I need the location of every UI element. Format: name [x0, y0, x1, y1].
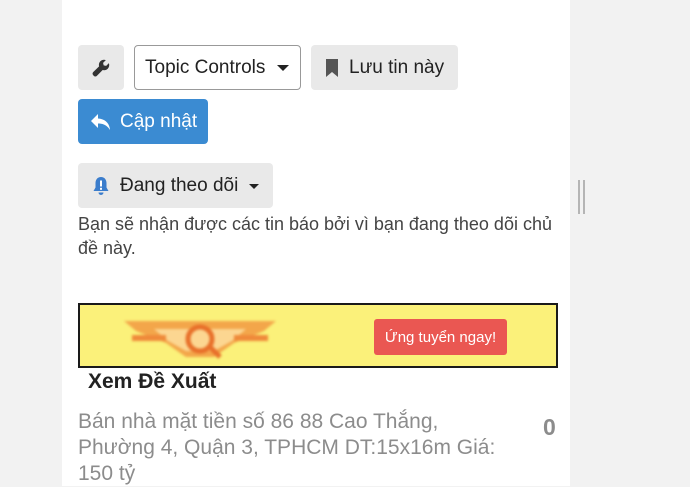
- notification-description: Bạn sẽ nhận được các tin báo bởi vì bạn …: [78, 214, 552, 258]
- notification-level-label: Đang theo dõi: [120, 174, 239, 196]
- topic-controls-label: Topic Controls: [145, 56, 266, 78]
- wrench-icon: [92, 59, 110, 76]
- suggested-topic-link[interactable]: Bán nhà mặt tiền số 86 88 Cao Thắng, Phư…: [78, 409, 518, 487]
- topic-reply-count: 0: [543, 414, 556, 440]
- bookmark-button[interactable]: Lưu tin này: [311, 45, 458, 90]
- admin-wrench-button[interactable]: [78, 45, 124, 90]
- caret-down-icon: [249, 183, 260, 189]
- topic-controls-dropdown[interactable]: Topic Controls: [134, 45, 301, 90]
- reply-label: Cập nhật: [120, 110, 198, 132]
- advertisement-banner[interactable]: Ứng tuyển ngay!: [78, 303, 558, 368]
- bookmark-label: Lưu tin này: [349, 56, 445, 78]
- reply-button[interactable]: Cập nhật: [78, 99, 208, 144]
- suggested-topics-title: Xem Đề Xuất: [88, 370, 217, 393]
- caret-down-icon: [277, 64, 289, 71]
- ad-logo-image: [124, 321, 276, 359]
- apply-now-button[interactable]: Ứng tuyển ngay!: [374, 319, 507, 355]
- reply-arrow-icon: [91, 113, 110, 130]
- bell-icon: [93, 176, 109, 195]
- apply-now-label: Ứng tuyển ngay!: [384, 328, 497, 346]
- notification-level-dropdown[interactable]: Đang theo dõi: [78, 163, 273, 208]
- scroll-handle[interactable]: [578, 180, 586, 214]
- bookmark-icon: [326, 58, 338, 77]
